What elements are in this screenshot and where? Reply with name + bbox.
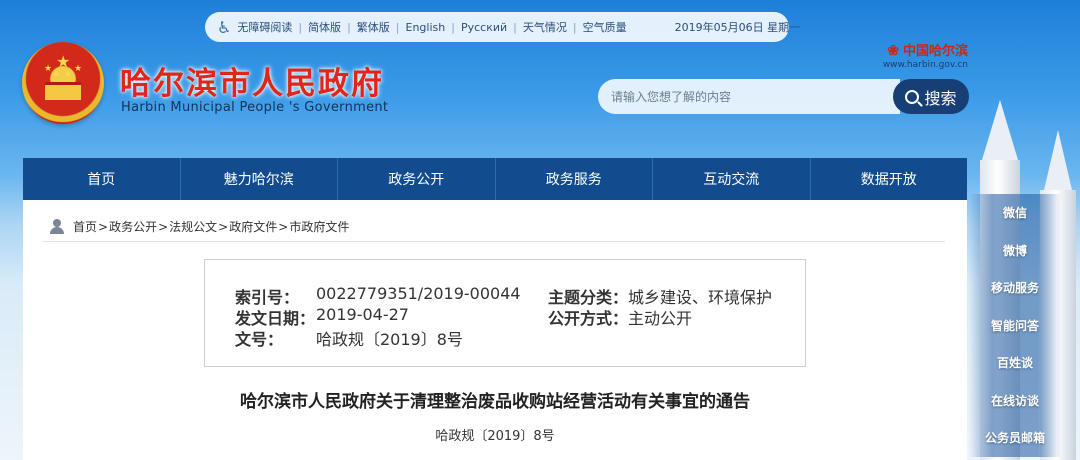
side-civil-servant-mail[interactable]: 公务员邮箱	[969, 419, 1061, 457]
topbar-english[interactable]: English	[400, 21, 452, 34]
docno-value: 哈政规〔2019〕8号	[316, 330, 463, 349]
nav-interaction[interactable]: 互动交流	[653, 158, 811, 200]
main-nav: 首页 魅力哈尔滨 政务公开 政务服务 互动交流 数据开放	[23, 158, 967, 200]
nav-government-services[interactable]: 政务服务	[496, 158, 653, 200]
topbar-traditional[interactable]: 繁体版	[351, 19, 396, 35]
nav-government-affairs[interactable]: 政务公开	[338, 158, 496, 200]
current-date: 2019年05月06日 星期一	[674, 21, 801, 34]
side-citizen-talk[interactable]: 百姓谈	[969, 344, 1061, 382]
search-button-label: 搜索	[924, 88, 957, 108]
topbar-weather[interactable]: 天气情况	[517, 19, 573, 35]
side-online-interview[interactable]: 在线访谈	[969, 381, 1061, 419]
harbin-brand-logo[interactable]: ❀ 中国哈尔滨 www.harbin.gov.cn	[874, 40, 968, 70]
breadcrumb-separator: >	[218, 219, 229, 234]
search-icon	[905, 89, 920, 104]
topbar-air-quality[interactable]: 空气质量	[577, 19, 633, 35]
national-emblem-icon: ★ ★ ★ ★ ★	[22, 42, 104, 124]
location-user-icon	[49, 218, 65, 235]
topbar-russian[interactable]: Русский	[455, 21, 513, 34]
breadcrumb-separator: >	[98, 219, 109, 234]
nav-open-data[interactable]: 数据开放	[811, 158, 968, 200]
content-panel: 首页 > 政务公开 > 法规公文 > 政府文件 > 市政府文件 索引号： 0022779…	[23, 200, 967, 460]
brand-url: www.harbin.gov.cn	[882, 60, 968, 70]
topbar-accessible-reading[interactable]: 无障碍阅读	[231, 19, 298, 35]
search-button[interactable]: 搜索	[893, 79, 969, 114]
breadcrumb-regulations[interactable]: 法规公文	[169, 218, 217, 235]
side-smart-qa[interactable]: 智能问答	[969, 306, 1061, 344]
breadcrumb-home[interactable]: 首页	[73, 218, 97, 235]
document-title: 哈尔滨市人民政府关于清理整治废品收购站经营活动有关事宜的通告	[240, 392, 750, 412]
accessibility-icon[interactable]: ♿	[217, 18, 231, 37]
breadcrumb-divider	[43, 241, 945, 242]
breadcrumb-separator: >	[278, 219, 289, 234]
breadcrumb-municipal-documents[interactable]: 市政府文件	[289, 218, 349, 235]
date-value: 2019-04-27	[316, 305, 409, 324]
brand-name: 中国哈尔滨	[902, 43, 968, 58]
side-mobile-service[interactable]: 移动服务	[969, 269, 1061, 307]
breadcrumb-government-affairs[interactable]: 政务公开	[109, 218, 157, 235]
breadcrumb-government-documents[interactable]: 政府文件	[229, 218, 277, 235]
brand-logo-icon: ❀	[887, 44, 899, 59]
document-number: 哈政规〔2019〕8号	[435, 429, 555, 444]
search-input[interactable]	[598, 79, 900, 114]
site-subtitle: Harbin Municipal People 's Government	[121, 100, 389, 115]
side-weibo[interactable]: 微博	[969, 231, 1061, 269]
side-wechat[interactable]: 微信	[969, 194, 1061, 232]
top-utility-bar: ♿ 无障碍阅读 | 简体版 | 繁体版 | English | Русский …	[205, 12, 800, 42]
side-float-menu: 微信 微博 移动服务 智能问答 百姓谈 在线访谈 公务员邮箱	[969, 194, 1061, 457]
breadcrumb: 首页 > 政务公开 > 法规公文 > 政府文件 > 市政府文件	[49, 218, 349, 235]
method-label: 公开方式：	[548, 309, 629, 328]
breadcrumb-separator: >	[158, 219, 169, 234]
nav-charm-harbin[interactable]: 魅力哈尔滨	[181, 158, 338, 200]
site-title[interactable]: 哈尔滨市人民政府	[120, 58, 384, 103]
index-value: 0022779351/2019-00044	[316, 284, 521, 303]
topbar-simplified[interactable]: 简体版	[302, 19, 347, 35]
method-value: 主动公开	[628, 309, 693, 328]
docno-label: 文号：	[235, 330, 284, 349]
document-info-box: 索引号： 0022779351/2019-00044 主题分类： 城乡建设、环境…	[204, 259, 806, 367]
nav-home[interactable]: 首页	[23, 158, 181, 200]
